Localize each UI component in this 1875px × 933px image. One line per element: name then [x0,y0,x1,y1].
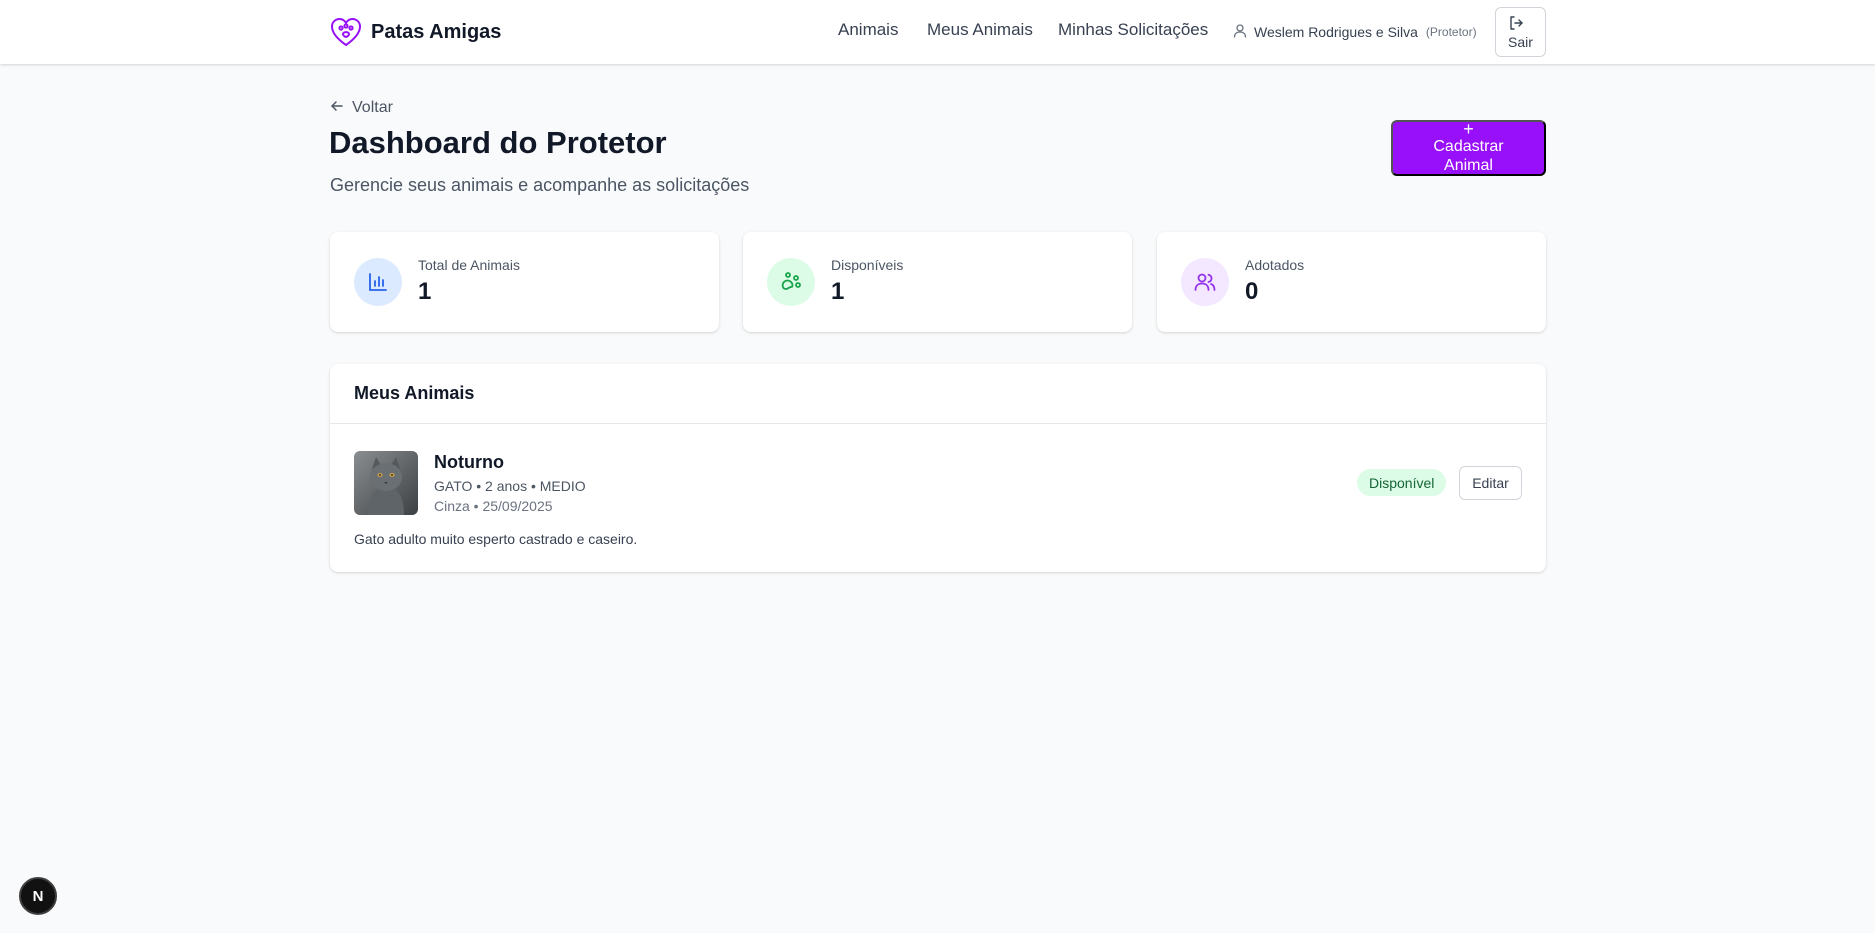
edit-animal-button[interactable]: Editar [1459,466,1522,500]
brand-link[interactable]: Patas Amigas [329,14,501,50]
page-title: Dashboard do Protetor [329,125,667,160]
add-animal-button[interactable]: + Cadastrar Animal [1391,120,1546,176]
stat-label: Disponíveis [831,257,904,273]
stat-card-total: Total de Animais 1 [330,232,719,332]
top-navbar: Patas Amigas Animais Meus Animais Minhas… [0,0,1875,64]
plus-icon: + [1463,119,1474,139]
stat-label: Adotados [1245,257,1305,273]
section-title: Meus Animais [330,364,1546,424]
arrow-left-icon [330,99,344,118]
stat-value: 1 [831,278,845,305]
chart-icon [354,258,402,306]
back-link[interactable]: Voltar [330,97,393,119]
nav-animais[interactable]: Animais [838,20,898,44]
stat-label: Total de Animais [418,257,520,273]
animal-meta-secondary: Cinza • 25/09/2025 [434,498,553,514]
stat-card-adopted: Adotados 0 [1157,232,1546,332]
users-icon [1181,258,1229,306]
back-label: Voltar [352,99,393,116]
page-subtitle: Gerencie seus animais e acompanhe as sol… [330,175,750,195]
animal-photo [354,451,418,515]
stat-value: 0 [1245,278,1259,305]
add-animal-label: Cadastrar Animal [1433,138,1504,174]
paw-icon [767,258,815,306]
user-icon [1232,23,1248,42]
stat-card-available: Disponíveis 1 [743,232,1132,332]
animal-name: Noturno [434,452,504,472]
dev-tools-badge[interactable]: N [19,877,57,915]
logout-icon [1508,15,1524,34]
user-name: Weslem Rodrigues e Silva [1254,24,1418,40]
user-info: Weslem Rodrigues e Silva (Protetor) [1232,21,1477,43]
heart-paw-logo-icon [329,15,363,49]
animal-description: Gato adulto muito esperto castrado e cas… [354,531,638,547]
stat-value: 1 [418,278,432,305]
nav-meus-animais[interactable]: Meus Animais [927,20,1033,44]
user-role: (Protetor) [1425,25,1477,39]
nav-minhas-solicitacoes[interactable]: Minhas Solicitações [1058,20,1208,44]
my-animals-card: Meus Animais Noturno GATO • 2 anos • MED… [330,364,1546,572]
logout-button[interactable]: Sair [1495,7,1546,57]
status-badge: Disponível [1357,469,1447,496]
animal-meta: GATO • 2 anos • MEDIO [434,478,586,494]
logout-label: Sair [1508,33,1533,50]
brand-name: Patas Amigas [371,20,502,43]
